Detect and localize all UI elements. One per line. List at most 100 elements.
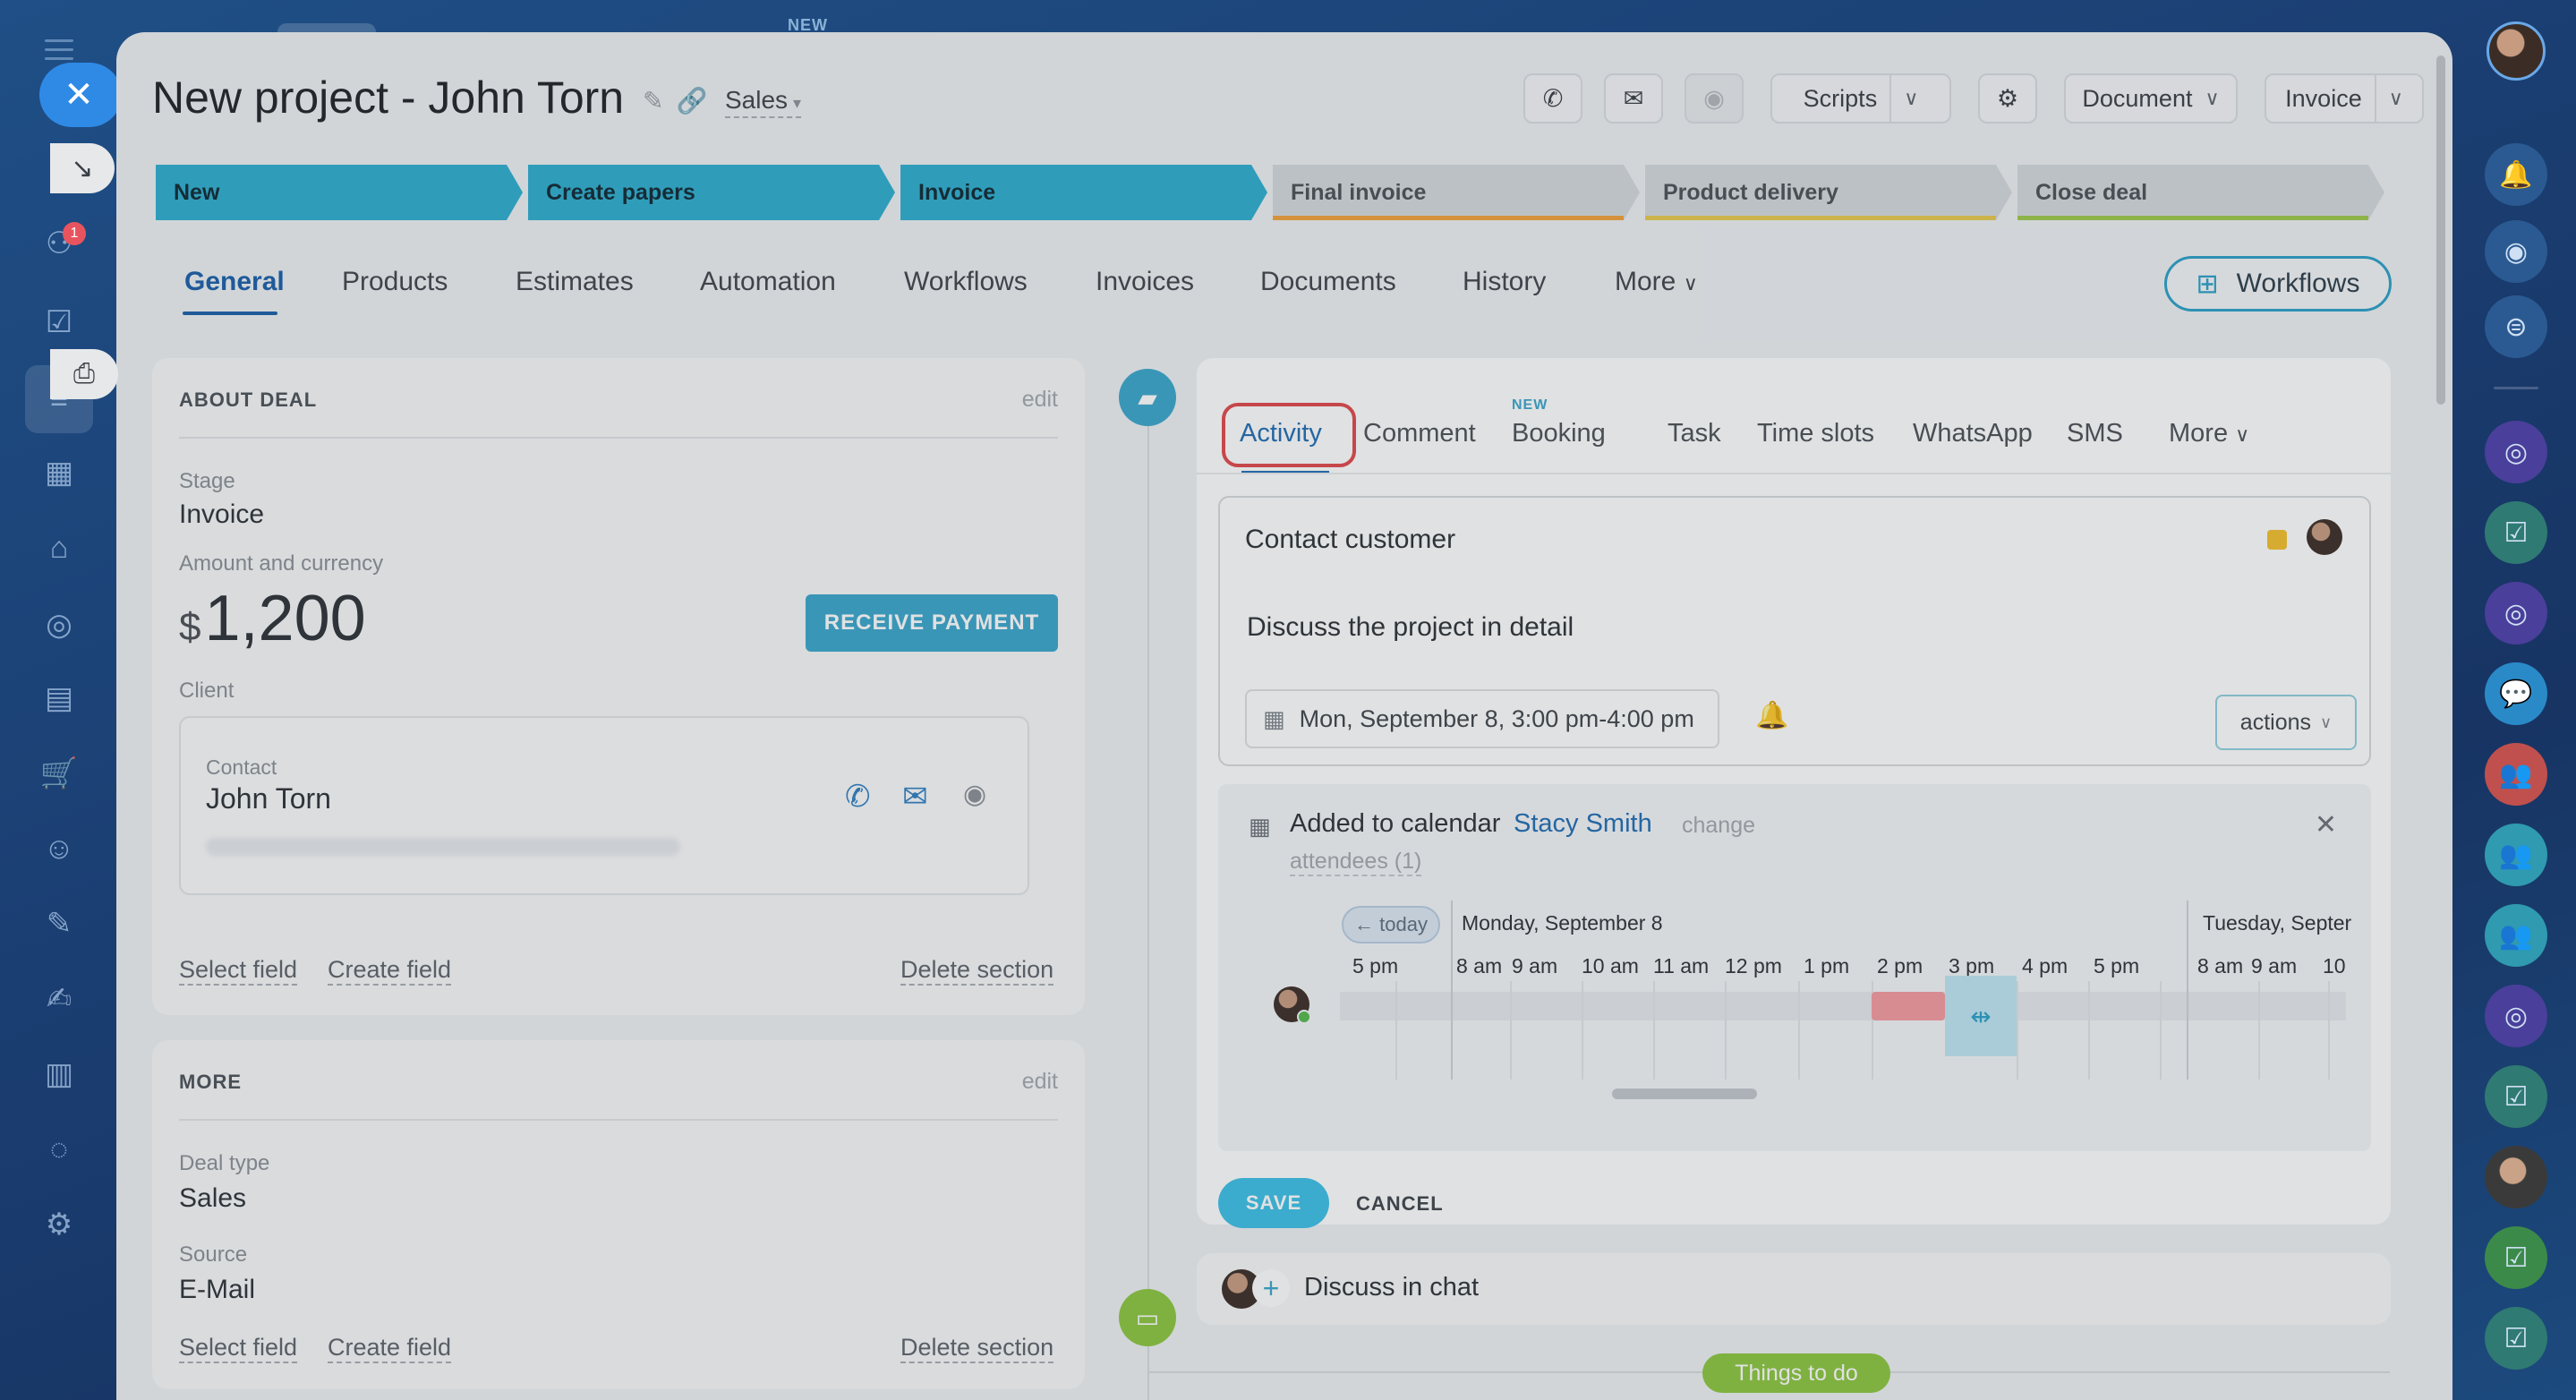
invoice-button[interactable]: Invoice ∨	[2265, 73, 2424, 124]
user-avatar[interactable]	[2486, 21, 2546, 81]
reminder-bell-icon[interactable]: 🔔	[1755, 700, 1788, 731]
tab-history[interactable]: History	[1463, 267, 1546, 297]
phone-icon[interactable]: ✆	[845, 779, 871, 815]
settings-icon[interactable]: ⚙	[39, 1205, 79, 1244]
change-link[interactable]: change	[1682, 813, 1755, 839]
discuss-in-chat-text[interactable]: Discuss in chat	[1304, 1273, 1479, 1302]
actions-dropdown[interactable]: actions ∨	[2215, 695, 2357, 750]
tab-documents[interactable]: Documents	[1260, 267, 1396, 297]
task-check-icon[interactable]: ☑	[2485, 1065, 2547, 1128]
calendar-user-link[interactable]: Stacy Smith	[1514, 809, 1652, 839]
tab-products[interactable]: Products	[342, 267, 448, 297]
tab-more[interactable]: More ∨	[1615, 267, 1698, 297]
delete-section-link[interactable]: Delete section	[900, 956, 1054, 986]
robot-icon[interactable]: ☺	[39, 829, 79, 868]
edit-pencil-icon[interactable]: ✎	[643, 87, 663, 115]
stage-product-delivery[interactable]: Product delivery	[1645, 165, 2012, 220]
select-field-link[interactable]: Select field	[179, 956, 298, 986]
category-selector[interactable]: Sales ▾	[725, 86, 802, 118]
save-button[interactable]: SAVE	[1218, 1178, 1329, 1228]
create-field-link[interactable]: Create field	[328, 1334, 452, 1363]
close-icon[interactable]: ✕	[2315, 809, 2337, 841]
activity-description[interactable]: Discuss the project in detail	[1247, 612, 1574, 643]
tab-automation[interactable]: Automation	[700, 267, 836, 297]
task-check-icon[interactable]: ☑	[2485, 1307, 2547, 1370]
activity-tab-comment[interactable]: Comment	[1363, 419, 1476, 448]
receive-payment-button[interactable]: RECEIVE PAYMENT	[806, 594, 1058, 652]
link-icon[interactable]: 🔗	[676, 87, 707, 115]
today-button[interactable]: ← today	[1342, 906, 1440, 943]
panel-scrollbar[interactable]	[2436, 55, 2445, 405]
task-check-icon[interactable]: ☑	[2485, 1226, 2547, 1289]
contact-avatar[interactable]	[2485, 1146, 2547, 1208]
attendees-link[interactable]: attendees (1)	[1290, 849, 1422, 876]
group-icon[interactable]: 👥	[2485, 904, 2547, 967]
channel-icon[interactable]: ◎	[2485, 421, 2547, 483]
stage-close-deal[interactable]: Close deal	[2017, 165, 2384, 220]
task-icon[interactable]: ☑	[39, 303, 79, 342]
activity-tab-more[interactable]: More ∨	[2169, 419, 2249, 448]
group-icon[interactable]: 👥	[2485, 743, 2547, 806]
responsible-avatar[interactable]	[2307, 519, 2342, 555]
stage-invoice[interactable]: Invoice	[900, 165, 1267, 220]
group-icon[interactable]: 👥	[2485, 824, 2547, 886]
availability-grid[interactable]	[1340, 992, 2346, 1020]
target-icon[interactable]: ◎	[39, 605, 79, 645]
datetime-picker[interactable]: ▦ Mon, September 8, 3:00 pm-4:00 pm	[1245, 689, 1719, 748]
workflows-button[interactable]: ⊞ Workflows	[2164, 256, 2392, 312]
tab-invoices[interactable]: Invoices	[1096, 267, 1194, 297]
activity-tab-activity[interactable]: Activity	[1240, 419, 1322, 448]
add-participant-icon[interactable]: +	[1252, 1269, 1290, 1307]
activity-tab-time-slots[interactable]: Time slots	[1757, 419, 1874, 448]
task-check-icon[interactable]: ☑	[2485, 501, 2547, 564]
collapse-button[interactable]: ↘	[50, 143, 115, 193]
priority-flag-icon[interactable]	[2267, 530, 2287, 550]
bell-icon[interactable]: 🔔	[2485, 143, 2547, 206]
tab-general[interactable]: General	[184, 267, 285, 297]
calendar-scrollbar[interactable]	[1612, 1088, 1757, 1099]
cancel-button[interactable]: CANCEL	[1356, 1192, 1444, 1216]
stage-create-papers[interactable]: Create papers	[528, 165, 895, 220]
activity-tab-whatsapp[interactable]: WhatsApp	[1913, 419, 2033, 448]
sign-icon[interactable]: ✍	[39, 979, 79, 1019]
chart-icon[interactable]: ▥	[39, 1054, 79, 1094]
chat-bubble-icon[interactable]: 💬	[2485, 662, 2547, 725]
settings-button[interactable]: ⚙	[1978, 73, 2037, 124]
document-icon[interactable]: ✎	[39, 904, 79, 943]
select-field-link[interactable]: Select field	[179, 1334, 298, 1363]
close-button[interactable]: ✕	[39, 63, 122, 127]
selected-slot[interactable]: ⇹	[1945, 976, 2017, 1056]
activity-tab-sms[interactable]: SMS	[2067, 419, 2123, 448]
stage-new[interactable]: New	[156, 165, 523, 220]
activity-tab-task[interactable]: Task	[1668, 419, 1721, 448]
channel-icon[interactable]: ◎	[2485, 582, 2547, 645]
stage-final-invoice[interactable]: Final invoice	[1273, 165, 1640, 220]
call-button[interactable]: ✆	[1523, 73, 1582, 124]
edit-link[interactable]: edit	[1022, 387, 1058, 413]
document-button[interactable]: Document ∨	[2064, 73, 2238, 124]
openlines-icon[interactable]: ◉	[2485, 220, 2547, 283]
contact-name[interactable]: John Torn	[206, 782, 331, 815]
messenger-icon[interactable]: ◉	[963, 779, 986, 810]
tab-workflows[interactable]: Workflows	[904, 267, 1028, 297]
scripts-button[interactable]: Scripts ∨	[1770, 73, 1951, 124]
search-chat-icon[interactable]: ⊜	[2485, 295, 2547, 358]
delete-section-link[interactable]: Delete section	[900, 1334, 1054, 1363]
activity-tab-booking[interactable]: Booking	[1512, 419, 1606, 448]
tab-estimates[interactable]: Estimates	[516, 267, 634, 297]
menu-icon[interactable]	[45, 39, 73, 61]
activity-title[interactable]: Contact customer	[1245, 525, 1455, 555]
resize-handle-icon[interactable]: ⇹	[1970, 1002, 1991, 1031]
edit-link[interactable]: edit	[1022, 1069, 1058, 1095]
mail-icon[interactable]: ✉	[902, 779, 928, 815]
messenger-button[interactable]: ◉	[1685, 73, 1744, 124]
cart-icon[interactable]: 🛒	[39, 754, 79, 793]
support-icon[interactable]: ◌	[39, 1130, 79, 1169]
email-button[interactable]: ✉	[1604, 73, 1663, 124]
discuss-in-chat-row[interactable]: + Discuss in chat	[1197, 1253, 2391, 1325]
channel-icon[interactable]: ◎	[2485, 985, 2547, 1047]
chat-icon[interactable]: ▤	[39, 679, 79, 718]
calendar-icon[interactable]: ▦	[39, 453, 79, 492]
store-icon[interactable]: ⌂	[39, 528, 79, 568]
activity-editor[interactable]: Contact customer Discuss the project in …	[1218, 496, 2371, 766]
